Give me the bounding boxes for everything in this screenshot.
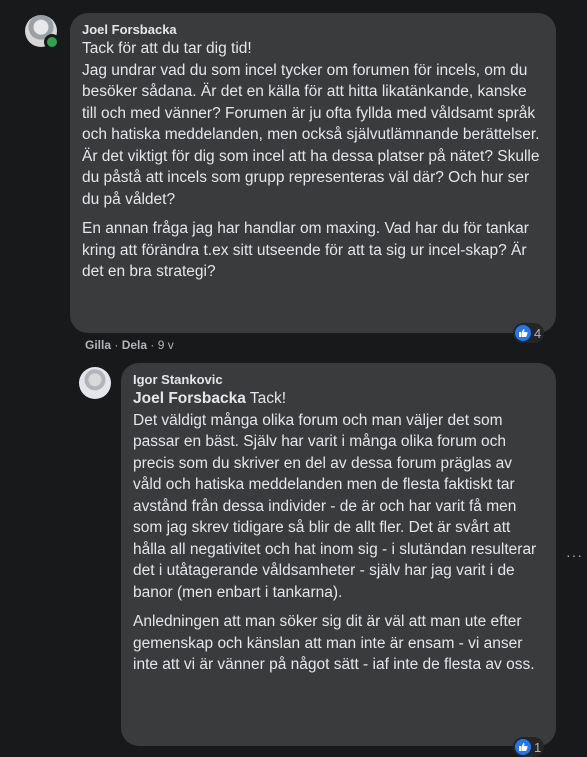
avatar-joel[interactable]: [25, 15, 60, 50]
comment-timestamp[interactable]: 9 v: [158, 338, 174, 352]
mention-link[interactable]: Joel Forsbacka: [133, 390, 246, 407]
comment-actions: Gilla · Dela · 9 v: [85, 338, 174, 352]
reply-reactions[interactable]: 1: [513, 737, 545, 757]
reply-author[interactable]: Igor Stankovic: [133, 371, 544, 388]
comment-text-paragraph-1: Tack för att du tar dig tid! Jag undrar …: [82, 40, 540, 208]
reaction-count: 4: [534, 325, 542, 341]
more-options-icon[interactable]: ···: [566, 547, 583, 563]
like-reaction-icon: [515, 325, 531, 341]
reply-text: Tack! Det väldigt många olika forum och …: [133, 390, 537, 601]
comment-reactions[interactable]: 4: [513, 323, 545, 343]
comment-text-paragraph-2: En annan fråga jag har handlar om maxing…: [82, 220, 529, 280]
avatar-igor[interactable]: [79, 367, 111, 399]
like-reaction-icon: [515, 739, 531, 755]
share-link[interactable]: Dela: [122, 338, 147, 352]
separator: ·: [150, 338, 155, 352]
separator: ·: [114, 338, 119, 352]
like-link[interactable]: Gilla: [85, 338, 111, 352]
reaction-count: 1: [534, 739, 542, 755]
reply-text-paragraph-1: Joel Forsbacka Tack! Det väldigt många o…: [133, 388, 544, 603]
reply-bubble-igor: Igor Stankovic Joel Forsbacka Tack! Det …: [121, 363, 556, 746]
comment-bubble-joel: Joel Forsbacka Tack för att du tar dig t…: [70, 13, 556, 333]
comment-author[interactable]: Joel Forsbacka: [82, 21, 544, 38]
online-indicator-icon: [44, 34, 60, 50]
reply-text-paragraph-2: Anledningen att man söker sig dit är väl…: [133, 613, 535, 673]
